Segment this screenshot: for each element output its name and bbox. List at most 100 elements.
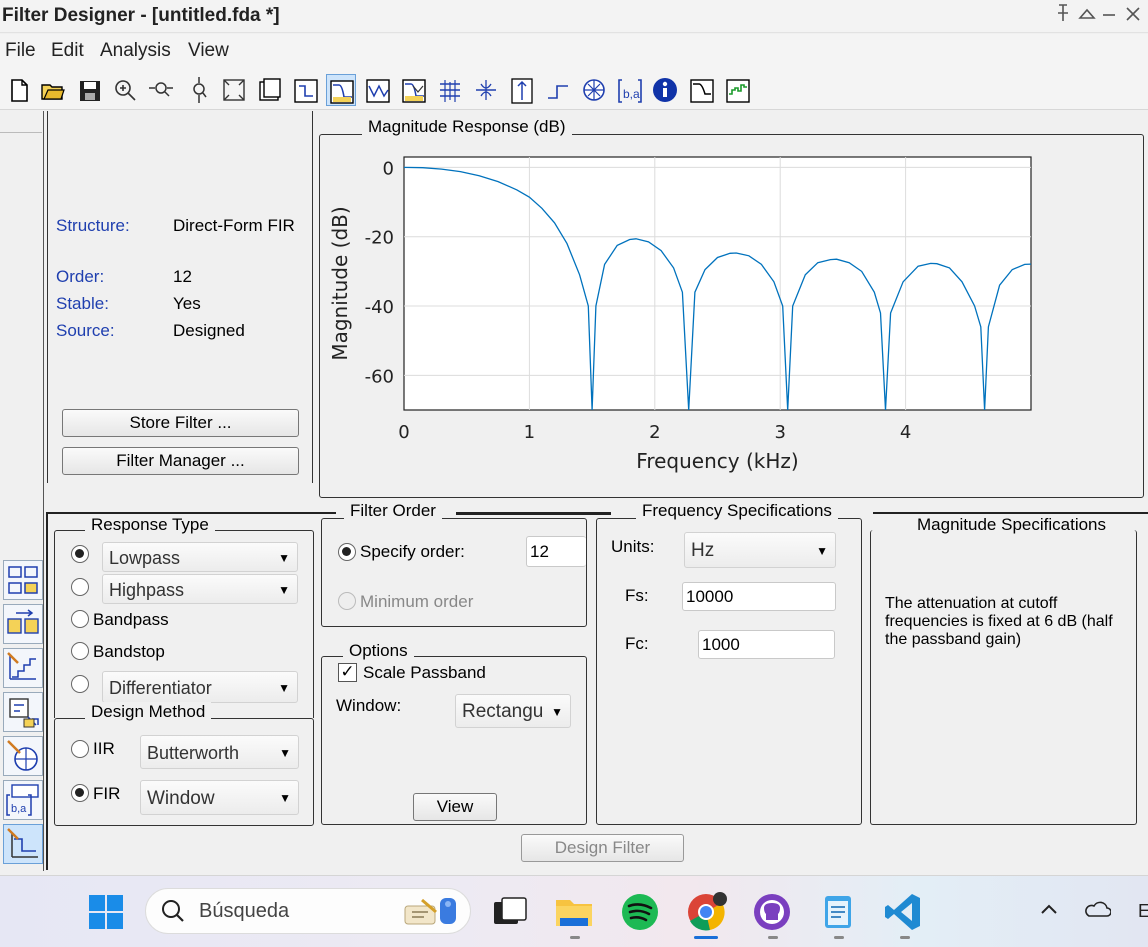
differentiator-radio[interactable] bbox=[71, 675, 89, 693]
multirate-filter-icon[interactable] bbox=[3, 604, 43, 644]
transform-filter-icon[interactable] bbox=[3, 560, 43, 600]
fs-input[interactable]: 10000 bbox=[682, 582, 836, 611]
highpass-label: Highpass bbox=[109, 580, 185, 600]
order-input[interactable]: 12 bbox=[526, 536, 586, 567]
x-tick-label: 4 bbox=[900, 422, 911, 443]
round-off-noise-icon[interactable] bbox=[723, 74, 753, 106]
y-axis-label: Magnitude (dB) bbox=[328, 206, 352, 360]
scale-passband-checkbox[interactable]: ✓ bbox=[338, 663, 357, 682]
iir-radio[interactable] bbox=[71, 740, 89, 758]
pin-icon[interactable] bbox=[1056, 4, 1070, 27]
fc-input[interactable]: 1000 bbox=[698, 630, 835, 659]
design-filter-icon[interactable] bbox=[3, 824, 43, 864]
filter-information-icon[interactable] bbox=[650, 74, 680, 106]
quantize-filter-icon[interactable] bbox=[3, 648, 43, 688]
magnitude-estimate-icon[interactable] bbox=[687, 74, 717, 106]
magnitude-specs-panel bbox=[870, 530, 1137, 825]
zoom-in-icon[interactable] bbox=[110, 74, 140, 106]
specify-order-label: Specify order: bbox=[360, 542, 465, 561]
units-label: Units: bbox=[611, 537, 655, 556]
magnitude-response-icon[interactable] bbox=[326, 74, 356, 106]
iir-label: IIR bbox=[93, 739, 115, 758]
fc-label: Fc: bbox=[625, 634, 649, 653]
highpass-radio[interactable] bbox=[71, 578, 89, 596]
pole-zero-plot-icon[interactable] bbox=[579, 74, 609, 106]
frequency-specs-title: Frequency Specifications bbox=[636, 501, 838, 521]
pole-zero-editor-icon[interactable] bbox=[3, 736, 43, 776]
view-button[interactable]: View bbox=[413, 793, 497, 821]
notepad-icon[interactable] bbox=[816, 890, 860, 934]
notepad-running-indicator bbox=[834, 936, 844, 939]
fir-type-dropdown[interactable]: Window ▼ bbox=[140, 780, 299, 815]
window-label: Window: bbox=[336, 696, 402, 715]
task-view-icon[interactable] bbox=[488, 890, 532, 934]
chrome-icon[interactable] bbox=[684, 890, 728, 934]
save-icon[interactable] bbox=[75, 74, 105, 106]
lowpass-radio[interactable] bbox=[71, 545, 89, 563]
phase-delay-icon[interactable] bbox=[471, 74, 501, 106]
highpass-dropdown[interactable]: Highpass ▼ bbox=[102, 574, 298, 604]
menu-analysis[interactable]: Analysis bbox=[100, 40, 171, 62]
full-view-icon[interactable] bbox=[219, 74, 249, 106]
side-strip-divider bbox=[0, 132, 42, 133]
structure-label: Structure: bbox=[56, 216, 130, 235]
phase-response-icon[interactable] bbox=[363, 74, 393, 106]
realize-model-icon[interactable] bbox=[3, 692, 43, 732]
y-tick-label: -20 bbox=[365, 228, 394, 249]
vscode-icon[interactable] bbox=[882, 890, 926, 934]
onedrive-icon[interactable] bbox=[1083, 898, 1112, 925]
checkmark-icon: ✓ bbox=[340, 662, 355, 681]
impulse-response-icon[interactable] bbox=[507, 74, 537, 106]
y-tick-label: 0 bbox=[383, 158, 394, 179]
spotify-icon[interactable] bbox=[618, 890, 662, 934]
menu-file[interactable]: File bbox=[5, 40, 36, 62]
lowpass-dropdown[interactable]: Lowpass ▼ bbox=[102, 542, 298, 572]
chevron-down-icon: ▼ bbox=[816, 544, 828, 558]
import-filter-icon[interactable]: b,a bbox=[3, 780, 43, 820]
config-top-line-2 bbox=[456, 512, 611, 515]
menu-edit[interactable]: Edit bbox=[51, 40, 84, 62]
window-dropdown[interactable]: Rectangu ▼ bbox=[455, 694, 571, 728]
filter-coefficients-icon[interactable]: b,a bbox=[615, 74, 645, 106]
bandpass-label: Bandpass bbox=[93, 610, 169, 629]
plot-area bbox=[403, 156, 1032, 411]
maximize-icon[interactable] bbox=[1078, 4, 1096, 27]
fir-radio[interactable] bbox=[71, 784, 89, 802]
github-desktop-icon[interactable] bbox=[750, 890, 794, 934]
new-file-icon[interactable] bbox=[4, 74, 34, 106]
step-response-icon[interactable] bbox=[543, 74, 573, 106]
zoom-y-icon[interactable] bbox=[184, 74, 214, 106]
fs-label: Fs: bbox=[625, 586, 649, 605]
differentiator-dropdown[interactable]: Differentiator ▼ bbox=[102, 671, 298, 703]
chevron-down-icon: ▼ bbox=[279, 791, 291, 805]
open-folder-icon[interactable] bbox=[38, 74, 68, 106]
y-tick-label: -60 bbox=[365, 366, 394, 387]
design-filter-button[interactable]: Design Filter bbox=[521, 834, 684, 862]
minimize-icon[interactable] bbox=[1101, 4, 1117, 27]
start-icon[interactable] bbox=[84, 890, 128, 934]
pole-zero-spec-icon[interactable] bbox=[291, 74, 321, 106]
chrome-active-indicator bbox=[694, 936, 718, 939]
scale-passband-label: Scale Passband bbox=[363, 663, 486, 682]
magnitude-phase-icon[interactable] bbox=[399, 74, 429, 106]
zoom-x-icon[interactable] bbox=[146, 74, 176, 106]
menu-view[interactable]: View bbox=[188, 40, 229, 62]
order-value: 12 bbox=[173, 267, 192, 286]
filter-spec-icon[interactable] bbox=[255, 74, 285, 106]
x-tick-label: 3 bbox=[774, 422, 785, 443]
bandpass-radio[interactable] bbox=[71, 610, 89, 628]
store-filter-button[interactable]: Store Filter ... bbox=[62, 409, 299, 437]
source-label: Source: bbox=[56, 321, 115, 340]
magnitude-specs-title: Magnitude Specifications bbox=[911, 515, 1113, 535]
filter-manager-button[interactable]: Filter Manager ... bbox=[62, 447, 299, 475]
bandstop-radio[interactable] bbox=[71, 642, 89, 660]
iir-type-dropdown[interactable]: Butterworth ▼ bbox=[140, 735, 299, 769]
tray-text: E bbox=[1138, 901, 1148, 921]
specify-order-radio[interactable] bbox=[338, 543, 356, 561]
group-delay-icon[interactable] bbox=[435, 74, 465, 106]
units-dropdown[interactable]: Hz ▼ bbox=[684, 532, 836, 568]
minimum-order-radio[interactable] bbox=[338, 592, 356, 610]
close-icon[interactable] bbox=[1124, 4, 1142, 27]
chevron-up-icon[interactable] bbox=[1038, 898, 1060, 925]
file-explorer-icon[interactable] bbox=[552, 890, 596, 934]
